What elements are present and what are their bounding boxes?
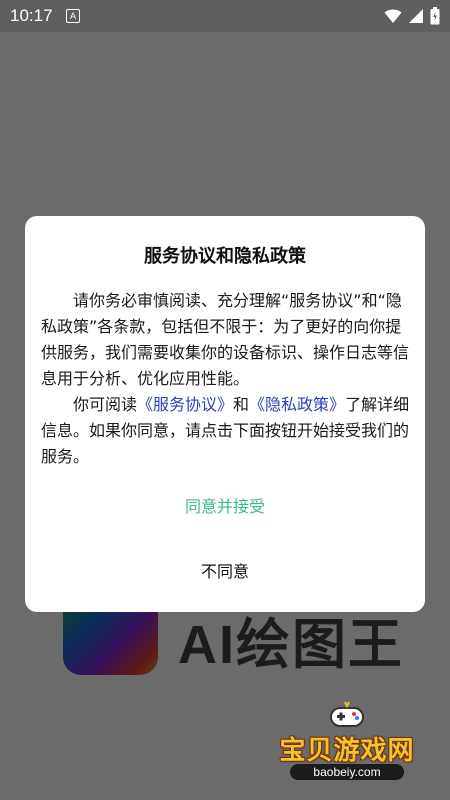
wifi-icon (384, 9, 402, 23)
watermark-url: baobeiy.com (290, 764, 404, 780)
watermark-text: 宝贝游戏网 (279, 736, 415, 766)
agree-button[interactable]: 同意并接受 (25, 492, 425, 522)
dialog-paragraph-1: 请你务必审慎阅读、充分理解“服务协议”和“隐私政策”各条款，包括但不限于：为了更… (41, 291, 410, 388)
signal-icon (409, 9, 423, 23)
dialog-body: 请你务必审慎阅读、充分理解“服务协议”和“隐私政策”各条款，包括但不限于：为了更… (41, 288, 411, 470)
disagree-button[interactable]: 不同意 (25, 557, 425, 587)
status-bar: 10:17 A (0, 0, 450, 32)
gamepad-icon (330, 701, 364, 727)
status-icons (384, 7, 440, 25)
status-time: 10:17 (10, 6, 53, 25)
privacy-policy-link[interactable]: 《隐私政策》 (249, 395, 345, 414)
service-agreement-link[interactable]: 《服务协议》 (137, 395, 233, 414)
p2-prefix: 你可阅读 (73, 395, 138, 414)
watermark: 宝贝游戏网 baobeiy.com (272, 700, 422, 785)
and-word: 和 (233, 395, 250, 414)
privacy-dialog: 服务协议和隐私政策 请你务必审慎阅读、充分理解“服务协议”和“隐私政策”各条款，… (25, 216, 425, 612)
battery-icon (430, 7, 440, 25)
notification-icon: A (66, 9, 80, 23)
dialog-title: 服务协议和隐私政策 (144, 246, 306, 267)
dialog-paragraph-2: 你可阅读《服务协议》和《隐私政策》了解详细信息。如果你同意，请点击下面按钮开始接… (41, 392, 411, 470)
